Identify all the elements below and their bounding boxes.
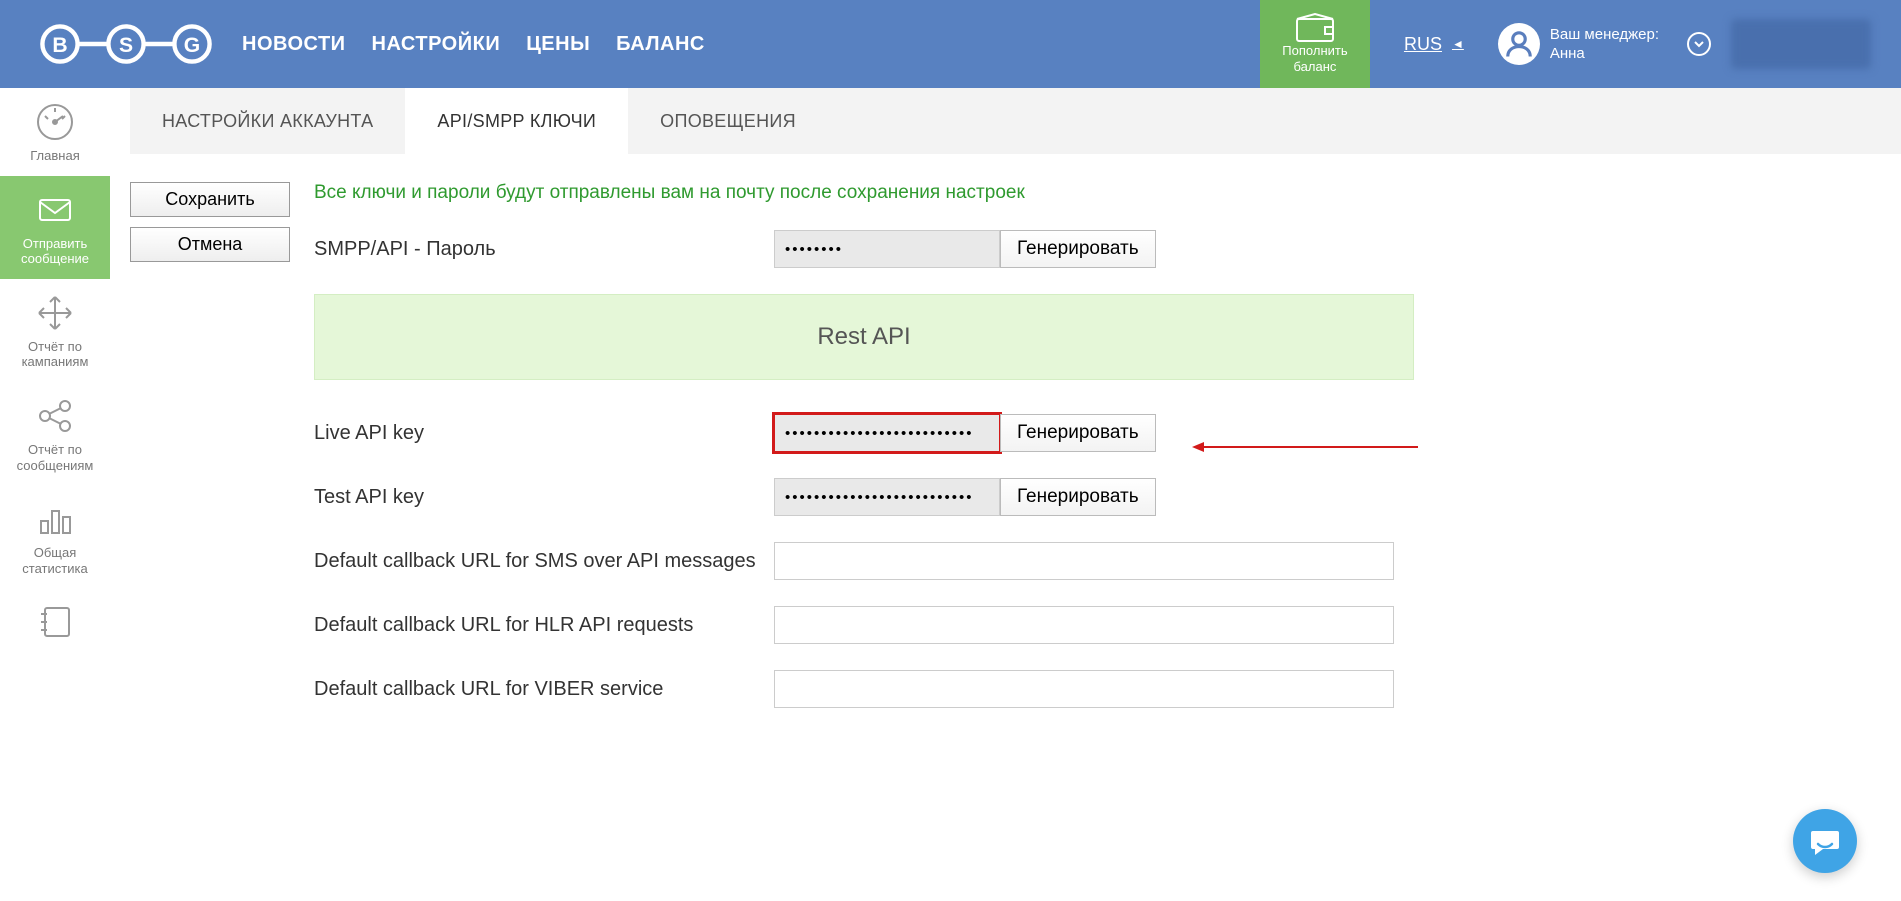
sidebar-send[interactable]: Отправить сообщение bbox=[0, 176, 110, 279]
chat-icon bbox=[1809, 825, 1841, 857]
manager-caption: Ваш менеджер: bbox=[1550, 25, 1659, 45]
live-generate-button[interactable]: Генерировать bbox=[1000, 414, 1156, 452]
move-icon bbox=[35, 293, 75, 333]
content-area: НАСТРОЙКИ АККАУНТА API/SMPP КЛЮЧИ ОПОВЕЩ… bbox=[110, 88, 1901, 774]
notebook-icon bbox=[35, 602, 75, 642]
sub-tabs: НАСТРОЙКИ АККАУНТА API/SMPP КЛЮЧИ ОПОВЕЩ… bbox=[130, 88, 1901, 154]
top-nav: НОВОСТИ НАСТРОЙКИ ЦЕНЫ БАЛАНС bbox=[242, 33, 705, 56]
tab-api[interactable]: API/SMPP КЛЮЧИ bbox=[405, 88, 628, 154]
user-icon bbox=[1504, 29, 1534, 59]
cb-viber-label: Default callback URL for VIBER service bbox=[314, 678, 774, 701]
share-icon bbox=[35, 396, 75, 436]
topup-button[interactable]: Пополнить баланс bbox=[1260, 0, 1370, 88]
svg-text:B: B bbox=[52, 34, 67, 57]
test-api-key-input[interactable] bbox=[774, 478, 1000, 516]
tab-notif[interactable]: ОПОВЕЩЕНИЯ bbox=[628, 88, 828, 154]
bar-chart-icon bbox=[35, 499, 75, 539]
envelope-icon bbox=[35, 190, 75, 230]
sidebar-send-label: Отправить сообщение bbox=[4, 236, 106, 267]
tab-account[interactable]: НАСТРОЙКИ АККАУНТА bbox=[130, 88, 405, 154]
dropdown-button[interactable] bbox=[1687, 32, 1711, 56]
sidebar-messages-label: Отчёт по сообщениям bbox=[4, 442, 106, 473]
sidebar-home-label: Главная bbox=[30, 148, 79, 164]
logo[interactable]: B S G bbox=[38, 22, 214, 66]
nav-news[interactable]: НОВОСТИ bbox=[242, 33, 346, 56]
sidebar-more[interactable] bbox=[0, 588, 110, 654]
cb-hlr-input[interactable] bbox=[774, 606, 1394, 644]
cb-sms-input[interactable] bbox=[774, 542, 1394, 580]
sidebar-campaign[interactable]: Отчёт по кампаниям bbox=[0, 279, 110, 382]
sidebar-home[interactable]: Главная bbox=[0, 88, 110, 176]
sidebar: Главная Отправить сообщение Отчёт по кам… bbox=[0, 88, 110, 654]
nav-balance[interactable]: БАЛАНС bbox=[616, 33, 705, 56]
language-selector[interactable]: RUS ◄ bbox=[1404, 34, 1464, 55]
gauge-icon bbox=[35, 102, 75, 142]
nav-prices[interactable]: ЦЕНЫ bbox=[526, 33, 590, 56]
topup-line1: Пополнить bbox=[1282, 43, 1347, 59]
live-api-key-input[interactable] bbox=[774, 414, 1000, 452]
cb-viber-input[interactable] bbox=[774, 670, 1394, 708]
svg-text:S: S bbox=[119, 34, 133, 57]
sidebar-stats-label: Общая статистика bbox=[4, 545, 106, 576]
sidebar-campaign-label: Отчёт по кампаниям bbox=[4, 339, 106, 370]
save-button[interactable]: Сохранить bbox=[130, 182, 290, 217]
manager-block[interactable]: Ваш менеджер: Анна bbox=[1498, 23, 1659, 65]
smpp-label: SMPP/API - Пароль bbox=[314, 238, 774, 261]
wallet-icon bbox=[1295, 13, 1335, 43]
notice-text: Все ключи и пароли будут отправлены вам … bbox=[314, 182, 1414, 204]
test-key-label: Test API key bbox=[314, 486, 774, 509]
chevron-left-icon: ◄ bbox=[1452, 37, 1464, 51]
chevron-down-icon bbox=[1694, 39, 1704, 49]
smpp-generate-button[interactable]: Генерировать bbox=[1000, 230, 1156, 268]
manager-name: Анна bbox=[1550, 44, 1659, 64]
topup-line2: баланс bbox=[1294, 59, 1337, 75]
sidebar-stats[interactable]: Общая статистика bbox=[0, 485, 110, 588]
chat-widget[interactable] bbox=[1793, 809, 1857, 873]
cb-sms-label: Default callback URL for SMS over API me… bbox=[314, 550, 774, 573]
lang-label: RUS bbox=[1404, 34, 1442, 55]
form-main: Все ключи и пароли будут отправлены вам … bbox=[314, 182, 1414, 734]
avatar bbox=[1498, 23, 1540, 65]
sidebar-messages[interactable]: Отчёт по сообщениям bbox=[0, 382, 110, 485]
smpp-password-input[interactable] bbox=[774, 230, 1000, 268]
svg-text:G: G bbox=[184, 34, 200, 57]
rest-api-heading: Rest API bbox=[314, 294, 1414, 380]
nav-settings[interactable]: НАСТРОЙКИ bbox=[372, 33, 501, 56]
test-generate-button[interactable]: Генерировать bbox=[1000, 478, 1156, 516]
live-key-label: Live API key bbox=[314, 422, 774, 445]
action-column: Сохранить Отмена bbox=[130, 182, 290, 734]
cancel-button[interactable]: Отмена bbox=[130, 227, 290, 262]
top-header: B S G НОВОСТИ НАСТРОЙКИ ЦЕНЫ БАЛАНС Попо… bbox=[0, 0, 1901, 88]
cb-hlr-label: Default callback URL for HLR API request… bbox=[314, 614, 774, 637]
user-info-blurred bbox=[1731, 19, 1871, 69]
